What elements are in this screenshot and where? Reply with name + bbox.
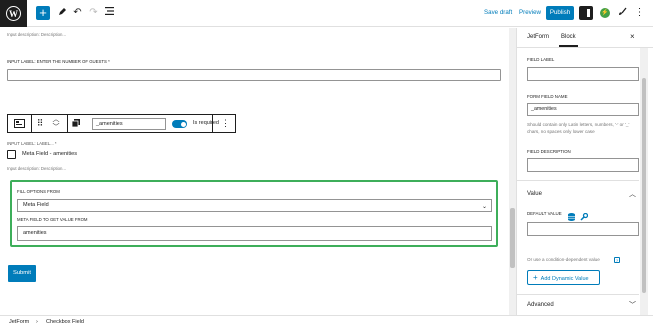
- input-description-2[interactable]: Input description: Description...: [7, 166, 66, 171]
- submit-button[interactable]: Submit: [8, 265, 36, 282]
- top-toolbar: W + ↶ ↷ Save draft Preview Publish ⚡ ⋮: [0, 0, 653, 27]
- pen-icon[interactable]: [57, 7, 68, 19]
- tab-block[interactable]: Block: [559, 34, 578, 47]
- settings-panel-icon[interactable]: [579, 6, 593, 20]
- field-description-heading: FIELD DESCRIPTION: [527, 149, 571, 154]
- meta-field-value: amenities: [23, 230, 47, 236]
- sidebar-scrollbar[interactable]: [640, 48, 648, 315]
- brush-icon[interactable]: [617, 7, 628, 19]
- undo-icon[interactable]: ↶: [72, 7, 83, 19]
- editor-root: W + ↶ ↷ Save draft Preview Publish ⚡ ⋮ I…: [0, 0, 653, 327]
- copy-icon[interactable]: [70, 115, 82, 133]
- help-icon[interactable]: ?: [614, 257, 620, 263]
- breadcrumb-separator: ›: [36, 319, 38, 325]
- close-icon[interactable]: ×: [630, 32, 635, 41]
- breadcrumb: JetForm › Checkbox Field: [0, 315, 653, 327]
- fill-options-select[interactable]: Meta Field ⌄: [17, 199, 492, 212]
- canvas-scrollbar[interactable]: [509, 28, 516, 315]
- chevron-up-icon[interactable]: ︿: [629, 189, 636, 199]
- tab-jetform[interactable]: JetForm: [527, 34, 549, 40]
- field-name-help: Should contain only Latin letters, numbe…: [527, 122, 630, 134]
- plus-circle-icon: +: [533, 273, 538, 282]
- chevron-down-icon: ⌄: [481, 204, 487, 210]
- meta-field-input[interactable]: amenities: [17, 226, 492, 241]
- value-section-toggle[interactable]: Value: [527, 191, 542, 197]
- divider: [517, 294, 639, 295]
- move-up-down-icon[interactable]: ︿ ﹀: [50, 116, 62, 132]
- checkbox-label: Meta Field - amenities: [22, 151, 78, 157]
- drag-icon[interactable]: ⠿: [35, 115, 45, 132]
- add-block-button[interactable]: +: [36, 6, 50, 20]
- fill-options-panel: FILL OPTIONS FROM Meta Field ⌄ META FIEL…: [10, 180, 498, 247]
- fill-options-value: Meta Field: [23, 202, 49, 208]
- add-dynamic-value-button[interactable]: + Add Dynamic Value: [527, 270, 600, 285]
- add-dynamic-value-label: Add Dynamic Value: [540, 276, 589, 282]
- meta-field-label: META FIELD TO GET VALUE FROM: [17, 217, 88, 222]
- default-value-input[interactable]: [527, 222, 639, 236]
- divider: [517, 180, 639, 181]
- block-type-icon: [12, 115, 27, 134]
- required-toggle[interactable]: [172, 120, 187, 128]
- guests-number-field[interactable]: [7, 69, 501, 81]
- field-description-input[interactable]: [527, 158, 639, 172]
- list-view-icon[interactable]: [104, 7, 115, 19]
- field-name-input[interactable]: _amenities: [92, 118, 166, 130]
- advanced-section-toggle[interactable]: Advanced: [527, 302, 554, 308]
- chevron-down-icon[interactable]: ﹀: [629, 300, 636, 310]
- save-draft-button[interactable]: Save draft: [484, 9, 512, 16]
- block-options-button[interactable]: ⋮: [212, 115, 236, 132]
- jetplugins-icon[interactable]: ⚡: [600, 8, 610, 18]
- fill-options-label: FILL OPTIONS FROM: [17, 189, 60, 194]
- redo-icon[interactable]: ↷: [88, 7, 99, 19]
- settings-sidebar: JetForm Block × FIELD LABEL FORM FIELD N…: [516, 28, 653, 315]
- default-value-heading: DEFAULT VALUE: [527, 211, 562, 216]
- block-type-button[interactable]: [8, 115, 32, 132]
- form-field-name-input[interactable]: _amenities: [527, 103, 639, 116]
- breadcrumb-checkbox-field[interactable]: Checkbox Field: [46, 319, 84, 325]
- input-description[interactable]: Input description: Description...: [7, 32, 66, 37]
- field-label-input[interactable]: [527, 67, 639, 81]
- editor-canvas: Input description: Description... INPUT …: [0, 28, 508, 315]
- sidebar-tabs: JetForm Block ×: [517, 28, 653, 48]
- block-toolbar: ⠿ ︿ ﹀ _amenities Is required ⋮: [7, 114, 236, 133]
- more-vertical-icon: ⋮: [221, 118, 230, 128]
- breadcrumb-jetform[interactable]: JetForm: [9, 319, 29, 325]
- form-field-name-heading: FORM FIELD NAME: [527, 94, 568, 99]
- condition-text: Or use a condition-dependent value: [527, 257, 600, 262]
- guests-input-label[interactable]: INPUT LABEL: ENTER THE NUMBER OF GUESTS …: [7, 59, 110, 64]
- preview-button[interactable]: Preview: [519, 9, 541, 16]
- wordpress-logo-icon[interactable]: W: [0, 0, 27, 27]
- meta-field-checkbox[interactable]: [7, 150, 16, 159]
- checkbox-input-label[interactable]: INPUT LABEL: LABEL... *: [7, 141, 57, 146]
- more-vertical-icon[interactable]: ⋮: [634, 7, 645, 19]
- publish-button[interactable]: Publish: [546, 6, 574, 20]
- field-label-heading: FIELD LABEL: [527, 57, 555, 62]
